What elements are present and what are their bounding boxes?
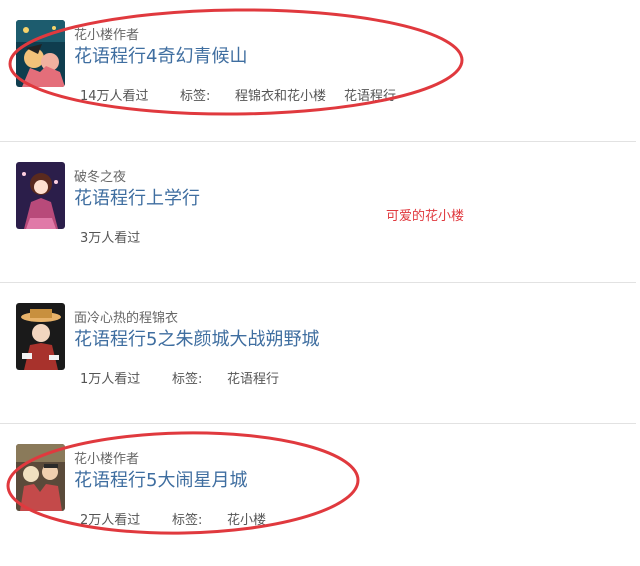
tag-label: 标签: [172, 372, 203, 387]
author-name[interactable]: 花小楼作者 [74, 24, 139, 43]
author-name[interactable]: 面冷心热的程锦衣 [74, 307, 178, 326]
annotation-text: 可爱的花小楼 [386, 209, 465, 224]
author-name[interactable]: 破冬之夜 [74, 166, 126, 185]
tag-link[interactable]: 花语程行 [227, 368, 279, 387]
video-list-item[interactable]: 面冷心热的程锦衣 花语程行5之朱颜城大战朔野城 1万人看过 标签: 花语程行 [0, 283, 640, 425]
thumbnail-image [16, 444, 65, 511]
view-count: 2万人看过 [80, 513, 141, 528]
video-thumbnail[interactable] [16, 444, 65, 511]
author-name[interactable]: 花小楼作者 [74, 448, 139, 467]
video-list-item[interactable]: 花小楼作者 花语程行4奇幻青候山 14万人看过 标签: 程锦衣和花小楼 花语程行 [0, 0, 640, 142]
video-title[interactable]: 花语程行5之朱颜城大战朔野城 [74, 325, 319, 351]
view-count: 1万人看过 [80, 372, 141, 387]
thumbnail-image [16, 303, 65, 370]
thumbnail-image [16, 20, 65, 87]
tag-label: 标签: [180, 89, 211, 104]
video-list-item[interactable]: 破冬之夜 花语程行上学行 3万人看过 [0, 142, 640, 284]
tag-link[interactable]: 花语程行 [344, 85, 396, 104]
video-list-item[interactable]: 花小楼作者 花语程行5大闹星月城 2万人看过 标签: 花小楼 [0, 424, 640, 566]
view-count: 3万人看过 [80, 231, 141, 246]
tag-link[interactable]: 程锦衣和花小楼 [235, 85, 326, 104]
tag-link[interactable]: 花小楼 [227, 509, 266, 528]
tag-label: 标签: [172, 513, 203, 528]
video-title[interactable]: 花语程行5大闹星月城 [74, 466, 247, 492]
video-thumbnail[interactable] [16, 303, 65, 370]
thumbnail-image [16, 162, 65, 229]
view-count: 14万人看过 [80, 89, 149, 104]
video-thumbnail[interactable] [16, 162, 65, 229]
video-thumbnail[interactable] [16, 20, 65, 87]
video-title[interactable]: 花语程行4奇幻青候山 [74, 42, 247, 68]
video-title[interactable]: 花语程行上学行 [74, 184, 200, 210]
